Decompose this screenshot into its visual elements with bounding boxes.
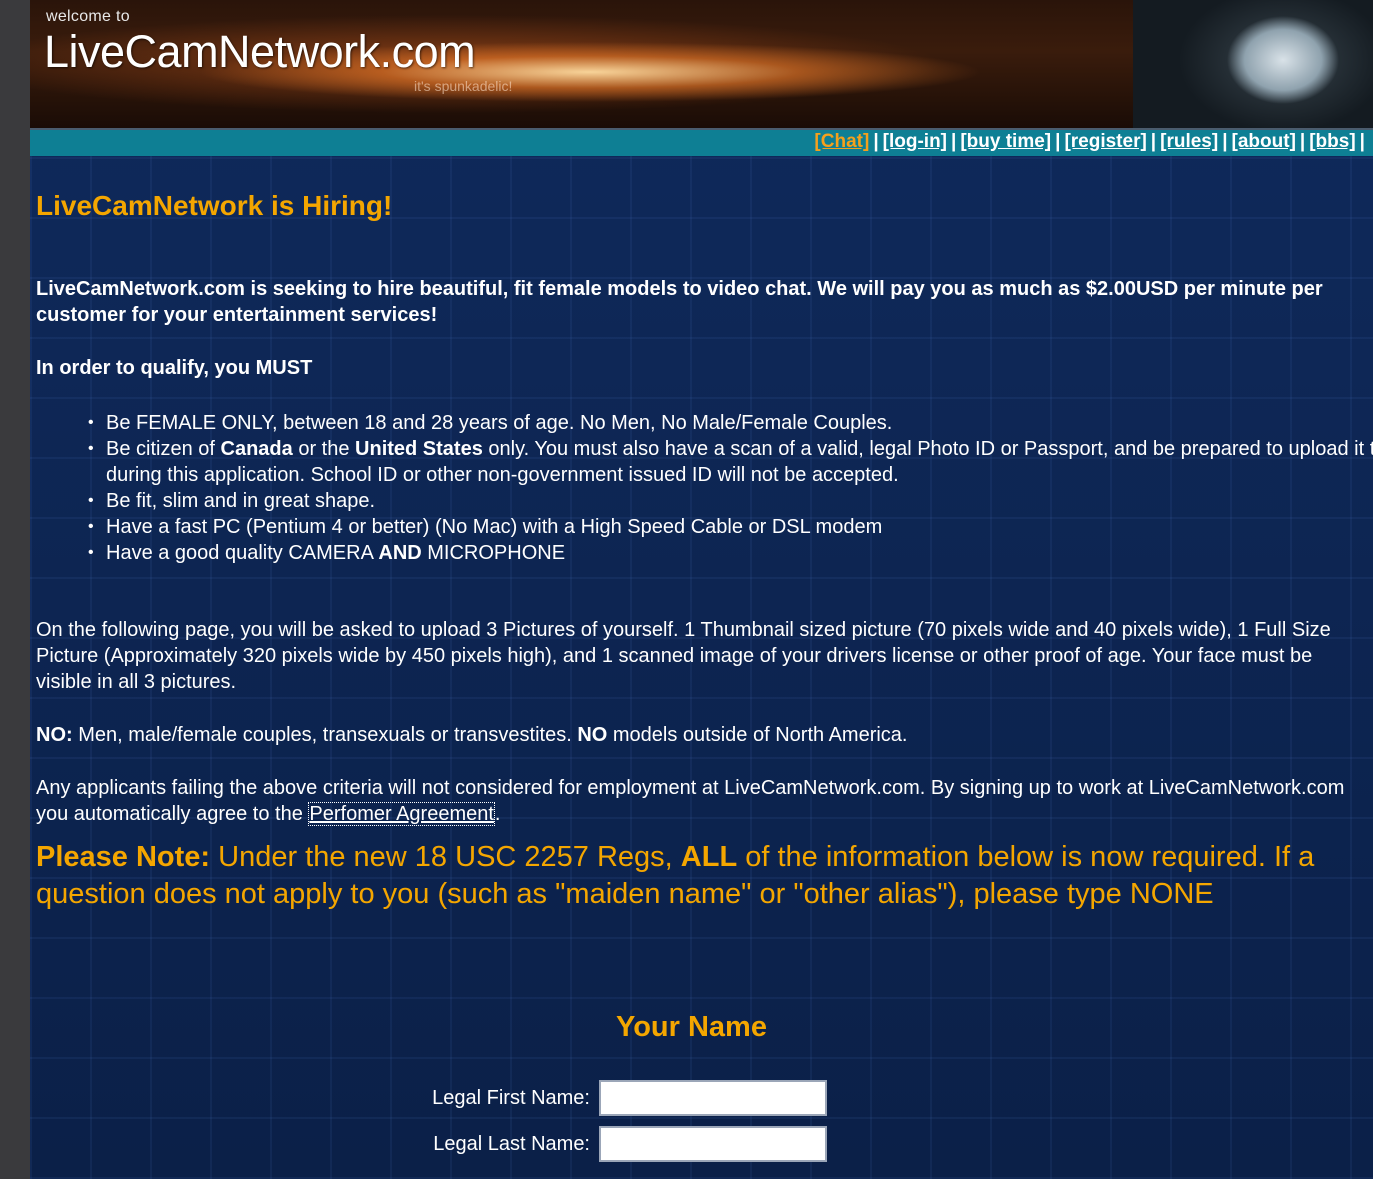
- performer-agreement-link[interactable]: Perfomer Agreement: [308, 802, 495, 826]
- page-frame: welcome to LiveCamNetwork.com it's spunk…: [30, 0, 1373, 1179]
- exclusions-paragraph: NO: Men, male/female couples, transexual…: [36, 722, 1361, 748]
- site-tagline: it's spunkadelic!: [414, 78, 513, 94]
- list-item: Be citizen of Canada or the United State…: [88, 436, 1373, 488]
- requirement-text: Have a fast PC (Pentium 4 or better) (No…: [106, 516, 883, 538]
- nav-chat-link[interactable]: [Chat]: [814, 131, 869, 152]
- requirement-text: Be FEMALE ONLY, between 18 and 28 years …: [106, 412, 893, 434]
- site-logo[interactable]: LiveCamNetwork.com: [44, 26, 476, 78]
- requirement-emphasis: United States: [355, 438, 483, 460]
- requirement-text: Have a good quality CAMERA: [106, 542, 379, 564]
- nav-separator: |: [951, 131, 957, 152]
- nav-separator: |: [1299, 131, 1306, 152]
- requirement-emphasis: Canada: [220, 438, 293, 460]
- note-emphasis: ALL: [680, 841, 738, 873]
- header-banner: welcome to LiveCamNetwork.com it's spunk…: [30, 0, 1373, 130]
- nav-separator: |: [1055, 131, 1061, 152]
- nav-bbs-link[interactable]: [bbs]: [1309, 131, 1355, 152]
- note-label: Please Note:: [36, 841, 211, 873]
- welcome-text: welcome to: [46, 8, 130, 25]
- nav-buy-time-link[interactable]: [buy time]: [960, 131, 1051, 152]
- nav-separator: |: [1222, 131, 1228, 152]
- criteria-text: .: [494, 803, 501, 825]
- page-title: LiveCamNetwork is Hiring!: [36, 190, 393, 221]
- note-text: Under the new 18 USC 2257 Regs,: [210, 841, 681, 873]
- banner-photo: [1133, 0, 1373, 128]
- list-item: Be fit, slim and in great shape.: [88, 488, 1373, 514]
- intro-paragraph: LiveCamNetwork.com is seeking to hire be…: [36, 278, 1323, 326]
- last-name-input[interactable]: [599, 1126, 827, 1162]
- requirement-text: Be fit, slim and in great shape.: [106, 490, 376, 512]
- requirements-list: Be FEMALE ONLY, between 18 and 28 years …: [36, 410, 1373, 566]
- criteria-paragraph: Any applicants failing the above criteri…: [36, 775, 1361, 827]
- nav-login-link[interactable]: [log-in]: [883, 131, 947, 152]
- nav-separator: |: [1150, 131, 1157, 152]
- requirement-emphasis: AND: [378, 542, 422, 564]
- first-name-input[interactable]: [599, 1080, 827, 1116]
- list-item: Have a fast PC (Pentium 4 or better) (No…: [88, 514, 1373, 540]
- nav-separator: |: [1359, 131, 1365, 152]
- nav-separator: |: [873, 131, 879, 152]
- exclusions-text: models outside of North America.: [607, 724, 908, 746]
- qualify-heading: In order to qualify, you MUST: [36, 357, 313, 379]
- list-item: Have a good quality CAMERA AND MICROPHON…: [88, 540, 1373, 566]
- first-name-row: Legal First Name:: [30, 1080, 830, 1118]
- exclusions-label: NO:: [36, 724, 73, 746]
- pictures-paragraph: On the following page, you will be asked…: [36, 619, 1331, 693]
- nav-links: [Chat] | [log-in] | [buy time] | [register] | [r…: [814, 131, 1369, 153]
- exclusions-emphasis: NO: [577, 724, 608, 746]
- nav-rules-link[interactable]: [rules]: [1160, 131, 1218, 152]
- list-item: Be FEMALE ONLY, between 18 and 28 years …: [88, 410, 1373, 436]
- last-name-label: Legal Last Name:: [433, 1133, 590, 1155]
- criteria-text: Any applicants failing the above criteri…: [36, 777, 1345, 825]
- requirement-text: MICROPHONE: [421, 542, 566, 564]
- exclusions-text: Men, male/female couples, transexuals or…: [72, 724, 578, 746]
- nav-about-link[interactable]: [about]: [1232, 131, 1296, 152]
- last-name-row: Legal Last Name:: [30, 1126, 830, 1164]
- requirement-text: or the: [292, 438, 356, 460]
- nav-register-link[interactable]: [register]: [1064, 131, 1146, 152]
- first-name-label: Legal First Name:: [432, 1087, 590, 1109]
- form-section-title: Your Name: [616, 1011, 767, 1043]
- please-note: Please Note: Under the new 18 USC 2257 R…: [36, 839, 1356, 913]
- requirement-text: Be citizen of: [106, 438, 221, 460]
